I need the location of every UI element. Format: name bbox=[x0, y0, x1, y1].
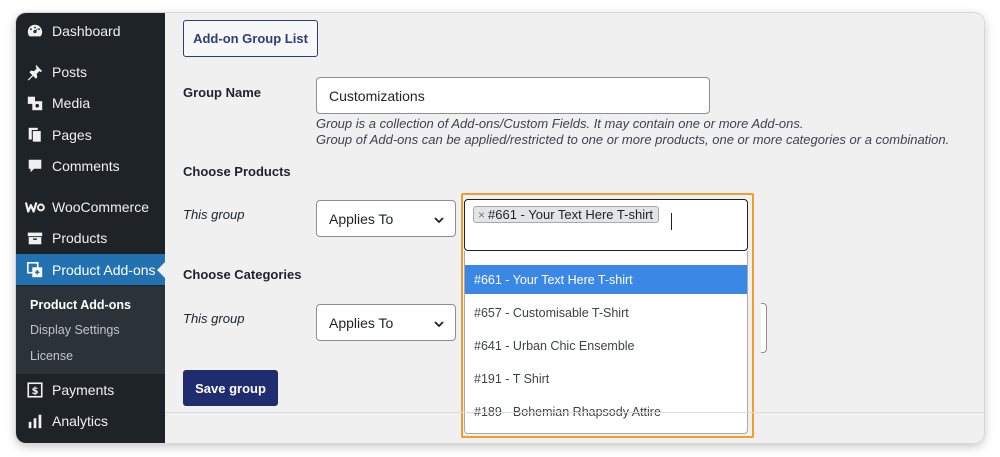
pin-icon bbox=[25, 62, 45, 82]
sidebar-item-dashboard[interactable]: Dashboard bbox=[16, 15, 165, 46]
sidebar-item-label: Products bbox=[52, 229, 108, 246]
select-value: Applies To bbox=[329, 314, 394, 331]
this-group-label-2: This group bbox=[183, 311, 245, 326]
dashboard-icon bbox=[25, 21, 45, 41]
sidebar-item-product-addons[interactable]: Product Add-ons bbox=[16, 254, 165, 285]
submenu-item-product-addons[interactable]: Product Add-ons bbox=[30, 298, 131, 312]
submenu-item-display-settings[interactable]: Display Settings bbox=[30, 323, 120, 337]
this-group-label: This group bbox=[183, 207, 245, 222]
sidebar-item-label: Pages bbox=[52, 126, 92, 143]
sidebar-item-label: Posts bbox=[52, 63, 88, 80]
payments-icon: $ bbox=[25, 380, 45, 400]
chevron-down-icon bbox=[433, 213, 445, 229]
sidebar-item-label: Analytics bbox=[52, 412, 109, 429]
woocommerce-icon bbox=[25, 197, 45, 217]
sidebar-item-label: Comments bbox=[52, 157, 120, 174]
sidebar-item-label: WooCommerce bbox=[52, 198, 149, 215]
sidebar-item-posts[interactable]: Posts bbox=[16, 56, 165, 87]
products-applies-to-select[interactable]: Applies To bbox=[316, 200, 456, 237]
divider bbox=[165, 412, 984, 413]
categories-applies-to-select[interactable]: Applies To bbox=[316, 304, 456, 341]
products-icon bbox=[25, 228, 45, 248]
browser-frame: Dashboard Posts Media Pages Comments Woo… bbox=[16, 13, 984, 443]
sidebar-item-products[interactable]: Products bbox=[16, 222, 165, 253]
admin-sidebar: Dashboard Posts Media Pages Comments Woo… bbox=[16, 13, 165, 443]
sidebar-item-woocommerce[interactable]: WooCommerce bbox=[16, 191, 165, 222]
select-value: Applies To bbox=[329, 210, 394, 227]
group-name-input[interactable]: Customizations bbox=[316, 77, 710, 114]
categories-multiselect-edge[interactable] bbox=[761, 303, 767, 353]
choose-categories-label: Choose Categories bbox=[183, 267, 302, 282]
svg-text:$: $ bbox=[32, 386, 39, 397]
sidebar-item-pages[interactable]: Pages bbox=[16, 119, 165, 150]
chevron-down-icon bbox=[433, 317, 445, 333]
pages-icon bbox=[25, 125, 45, 145]
sidebar-item-analytics[interactable]: Analytics bbox=[16, 405, 165, 436]
save-group-button[interactable]: Save group bbox=[183, 370, 278, 406]
group-description-line-2: Group of Add-ons can be applied/restrict… bbox=[316, 132, 950, 147]
submenu-item-license[interactable]: License bbox=[30, 349, 73, 363]
product-addons-submenu: Product Add-ons Display Settings License bbox=[16, 286, 165, 374]
group-name-label: Group Name bbox=[183, 85, 262, 100]
sidebar-item-comments[interactable]: Comments bbox=[16, 150, 165, 181]
sidebar-item-label: Media bbox=[52, 94, 91, 111]
product-addons-icon bbox=[25, 260, 45, 280]
sidebar-item-payments[interactable]: $ Payments bbox=[16, 374, 165, 405]
comments-icon bbox=[25, 156, 45, 176]
focus-highlight-box bbox=[461, 193, 754, 438]
group-description-line-1: Group is a collection of Add-ons/Custom … bbox=[316, 116, 804, 131]
sidebar-item-label: Dashboard bbox=[52, 22, 121, 39]
analytics-icon bbox=[25, 411, 45, 431]
choose-products-label: Choose Products bbox=[183, 164, 291, 179]
sidebar-item-media[interactable]: Media bbox=[16, 87, 165, 118]
sidebar-item-label: Product Add-ons bbox=[52, 261, 156, 278]
main-content: Add-on Group List Group Name Customizati… bbox=[165, 13, 984, 443]
sidebar-item-label: Payments bbox=[52, 381, 115, 398]
addon-group-list-button[interactable]: Add-on Group List bbox=[183, 20, 318, 57]
media-icon bbox=[25, 93, 45, 113]
